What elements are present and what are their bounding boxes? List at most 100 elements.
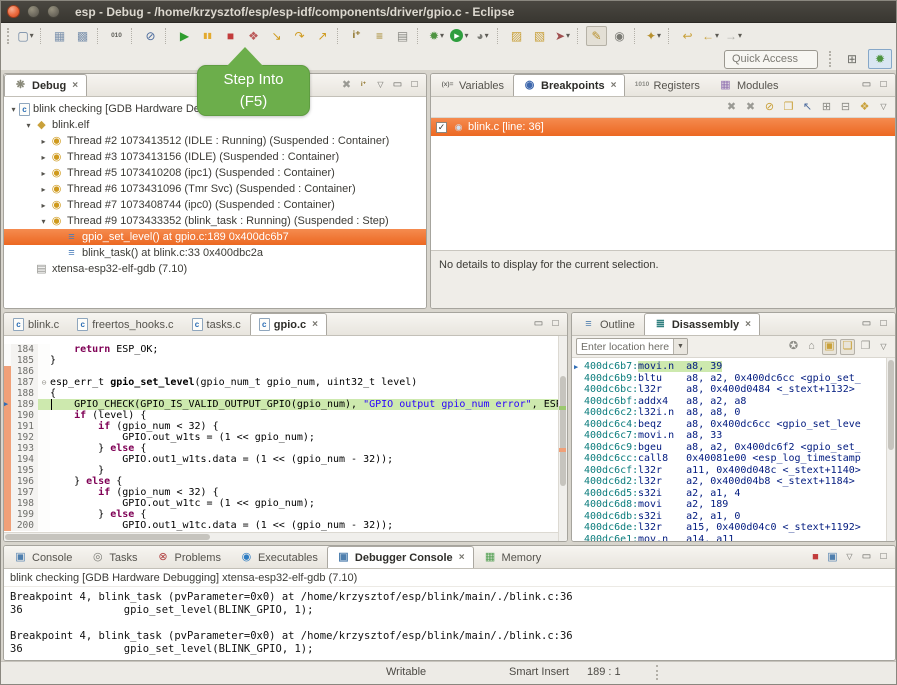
disassembly-line[interactable]: 400dc6cc:call8 0x40081e00 <esp_log_times… <box>572 453 895 465</box>
new-wizard-button[interactable]: ▢▾ <box>15 26 36 46</box>
window-close-button[interactable] <box>7 5 20 18</box>
new-disassembly-view-icon[interactable]: ❐ <box>858 339 873 355</box>
editor-line[interactable]: 191 if (gpio_num < 32) { <box>4 421 567 432</box>
tab-blink-c[interactable]: cblink.c <box>4 313 68 335</box>
tab-console[interactable]: ▣Console <box>4 546 81 568</box>
editor-line[interactable]: 185} <box>4 355 567 366</box>
coverage-launch-dropdown[interactable]: ▾ <box>485 31 489 40</box>
editor-vertical-scrollbar[interactable] <box>558 336 567 541</box>
disassembly-line[interactable]: 400dc6c4:beqz a8, 0x400dc6cc <gpio_set_l… <box>572 419 895 431</box>
disassembly-line[interactable]: 400dc6b9:bltu a8, a2, 0x400dc6cc <gpio_s… <box>572 373 895 385</box>
tab-gpio-c[interactable]: cgpio.c× <box>250 313 327 335</box>
disassembly-line[interactable]: 400dc6de:l32r a15, 0x400d04c0 <_stext+11… <box>572 522 895 534</box>
minimize-icon[interactable]: ▭ <box>859 552 874 562</box>
debug-launch-button[interactable]: ✹▾ <box>426 26 447 46</box>
suspend-button[interactable]: ▮▮ <box>197 26 218 46</box>
open-perspective-button[interactable]: ⊞ <box>840 49 864 69</box>
minimize-icon[interactable]: ▭ <box>859 319 874 329</box>
debug-launch-dropdown[interactable]: ▾ <box>440 31 444 40</box>
tab-variables[interactable]: (x)=Variables <box>431 74 513 96</box>
instruction-stepping-mode-icon[interactable]: i⁺ <box>356 82 371 89</box>
disassembly-line[interactable]: 400dc6db:s32i a2, a1, 0 <box>572 511 895 523</box>
debug-tree-item[interactable]: ▸◉Thread #5 1073410208 (ipc1) (Suspended… <box>4 165 426 181</box>
home-location-icon[interactable]: ⌂ <box>804 339 819 355</box>
editor-line[interactable]: 200 GPIO.out1_w1tc.data = (1 << (gpio_nu… <box>4 520 567 531</box>
open-element-button[interactable]: ✦▾ <box>643 26 664 46</box>
tab-breakpoints[interactable]: ◉Breakpoints× <box>513 74 625 96</box>
editor-line[interactable]: 197 if (gpio_num < 32) { <box>4 487 567 498</box>
maximize-icon[interactable]: □ <box>407 80 422 90</box>
tab-disassembly[interactable]: ≣Disassembly× <box>644 313 760 335</box>
tab-registers[interactable]: 1010Registers <box>625 74 708 96</box>
run-launch-dropdown[interactable]: ▾ <box>464 31 468 40</box>
tab-tasks[interactable]: ◎Tasks <box>81 546 146 568</box>
terminate-console-icon[interactable]: ■ <box>808 552 823 563</box>
debug-tree-item[interactable]: ▾◆blink.elf <box>4 117 426 133</box>
breakpoint-row[interactable]: ✓ ◉ blink.c [line: 36] <box>431 118 895 136</box>
disassembly-scrollbar[interactable] <box>886 358 895 541</box>
tab-tasks-c[interactable]: ctasks.c <box>183 313 250 335</box>
terminate-button[interactable]: ■ <box>220 26 241 46</box>
tab-debug[interactable]: ❋Debug× <box>4 74 87 96</box>
forward-history-dropdown[interactable]: ▾ <box>738 31 742 40</box>
disassembly-line[interactable]: 400dc6bf:addx4 a8, a2, a8 <box>572 396 895 408</box>
minimize-icon[interactable]: ▭ <box>531 319 546 329</box>
maximize-icon[interactable]: □ <box>548 319 563 329</box>
step-return-button[interactable]: ↗ <box>312 26 333 46</box>
tab-debugger-console[interactable]: ▣Debugger Console× <box>327 546 474 568</box>
save-button[interactable]: ▦ <box>49 26 70 46</box>
trace-control-button[interactable]: ▤ <box>392 26 413 46</box>
tab-problems[interactable]: ⊗Problems <box>146 546 229 568</box>
instruction-stepping-button[interactable]: i⁺ <box>346 26 367 46</box>
quick-access-input[interactable]: Quick Access <box>724 50 818 69</box>
editor-line[interactable]: 193 } else { <box>4 443 567 454</box>
editor-line[interactable]: 194 GPIO.out1_w1ts.data = (1 << (gpio_nu… <box>4 454 567 465</box>
editor-horizontal-scrollbar[interactable] <box>4 532 558 541</box>
debug-tree-item[interactable]: ▸◉Thread #2 1073413512 (IDLE : Running) … <box>4 133 426 149</box>
show-source-icon[interactable]: ▣ <box>822 339 837 355</box>
disconnect-button[interactable]: ❖ <box>243 26 264 46</box>
debug-tree-item[interactable]: ▤xtensa-esp32-elf-gdb (7.10) <box>4 261 426 277</box>
minimize-icon[interactable]: ▭ <box>859 80 874 90</box>
expand-arrow-icon[interactable]: ▾ <box>38 217 49 226</box>
back-history-button[interactable]: ←▾ <box>700 26 721 46</box>
disassembly-line[interactable]: 400dc6cf:l32r a11, 0x400d048c <_stext+11… <box>572 465 895 477</box>
view-menu-icon[interactable]: ▽ <box>876 102 891 113</box>
editor-line[interactable]: 196 } else { <box>4 476 567 487</box>
maximize-icon[interactable]: □ <box>876 319 891 329</box>
disassembly-line[interactable]: 400dc6d5:s32i a2, a1, 4 <box>572 488 895 500</box>
mark-occurrences-button[interactable]: ✎ <box>586 26 607 46</box>
expand-arrow-icon[interactable]: ▾ <box>8 105 19 114</box>
step-into-button[interactable]: ↘ <box>266 26 287 46</box>
location-dropdown-button[interactable]: ▼ <box>673 339 687 354</box>
editor-line[interactable]: ▶189 GPIO_CHECK(GPIO_IS_VALID_OUTPUT_GPI… <box>4 399 567 410</box>
open-element-dropdown[interactable]: ▾ <box>657 31 661 40</box>
expand-arrow-icon[interactable]: ▸ <box>38 169 49 178</box>
tab-memory[interactable]: ▦Memory <box>474 546 551 568</box>
debug-tree-item[interactable]: ▸◉Thread #6 1073431096 (Tmr Svc) (Suspen… <box>4 181 426 197</box>
disassembly-line[interactable]: 400dc6c2:l32i.n a8, a8, 0 <box>572 407 895 419</box>
disassembly-line[interactable]: 400dc6c9:bgeu a8, a2, 0x400dc6f2 <gpio_s… <box>572 442 895 454</box>
maximize-icon[interactable]: □ <box>876 552 891 562</box>
last-edit-location-button[interactable]: ↩ <box>677 26 698 46</box>
tab-modules[interactable]: ▦Modules <box>709 74 788 96</box>
debug-tree-item[interactable]: ▾◉Thread #9 1073433352 (blink_task : Run… <box>4 213 426 229</box>
back-history-dropdown[interactable]: ▾ <box>715 31 719 40</box>
remove-all-terminated-icon[interactable]: ✖ <box>339 80 354 91</box>
disassembly-line[interactable]: 400dc6d8:movi a2, 189 <box>572 499 895 511</box>
forward-history-button[interactable]: →▾ <box>723 26 744 46</box>
pin-view-icon[interactable]: ✪ <box>786 339 801 355</box>
disassembly-line[interactable]: 400dc6d2:l32r a2, 0x400d04b8 <_stext+118… <box>572 476 895 488</box>
group-by-icon[interactable]: ❖ <box>857 102 872 113</box>
disassembly-line[interactable]: ▶400dc6b7:movi.n a8, 39 <box>572 361 895 373</box>
expand-arrow-icon[interactable]: ▾ <box>23 121 34 130</box>
new-c-project-button[interactable]: ▨ <box>506 26 527 46</box>
view-menu-icon[interactable]: ▽ <box>842 553 857 561</box>
editor-line[interactable]: 187⊖esp_err_t gpio_set_level(gpio_num_t … <box>4 377 567 388</box>
expand-arrow-icon[interactable]: ▸ <box>38 153 49 162</box>
editor-line[interactable]: 192 GPIO.out_w1ts = (1 << gpio_num); <box>4 432 567 443</box>
open-project-button[interactable]: ▧ <box>529 26 550 46</box>
remove-breakpoint-icon[interactable]: ✖ <box>724 102 739 113</box>
skip-all-breakpoints-global-button[interactable]: ⊘ <box>140 26 161 46</box>
location-combo[interactable]: Enter location here ▼ <box>576 338 688 355</box>
